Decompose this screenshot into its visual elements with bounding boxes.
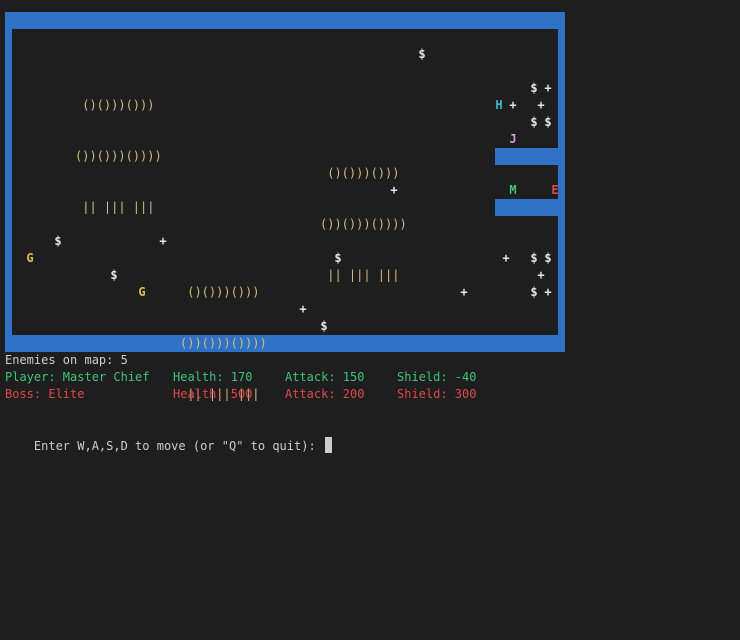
tree-line: || ||| |||: [75, 200, 155, 214]
player-attack: Attack: 150: [285, 370, 365, 384]
coin-icon: $: [54, 234, 62, 248]
tree-line: ()()))())): [75, 98, 155, 112]
goblin-enemy-icon: G: [26, 251, 34, 265]
tree-line: ())()))()))): [180, 336, 274, 350]
coin-icon: $: [544, 115, 552, 129]
coin-icon: $: [110, 268, 118, 282]
coin-icon: $: [544, 251, 552, 265]
boss-elite-icon: E: [551, 183, 559, 197]
tree-line: ()()))())): [180, 285, 260, 299]
coin-icon: $: [530, 81, 538, 95]
boss-attack: Attack: 200: [285, 387, 365, 401]
coin-icon: $: [530, 115, 538, 129]
boss-shield: Shield: 300: [397, 387, 477, 401]
health-pickup-icon: +: [544, 81, 552, 95]
map-wall-left: [5, 12, 12, 352]
map-wall-inner-lower: [495, 199, 558, 216]
tree-line: || ||| |||: [320, 268, 400, 282]
map-wall-top: [5, 12, 565, 29]
health-pickup-icon: +: [460, 285, 468, 299]
player-master-chief-icon: M: [509, 183, 517, 197]
move-prompt-text: Enter W,A,S,D to move (or "Q" to quit):: [33, 439, 323, 453]
map-wall-bottom: [5, 335, 565, 352]
coin-icon: $: [530, 251, 538, 265]
coin-icon: $: [320, 319, 328, 333]
health-pickup-icon: +: [509, 98, 517, 112]
hunter-enemy-icon: H: [495, 98, 503, 112]
player-shield: Shield: -40: [397, 370, 477, 384]
input-cursor[interactable]: [324, 437, 332, 453]
tree-line: ())()))()))): [75, 149, 169, 163]
move-prompt-line[interactable]: Enter W,A,S,D to move (or "Q" to quit):: [5, 420, 332, 453]
health-pickup-icon: +: [299, 302, 307, 316]
player-health: Health: 170: [173, 370, 253, 384]
boss-name: Boss: Elite: [5, 387, 85, 401]
health-pickup-icon: +: [159, 234, 167, 248]
player-stats-row: Player: Master Chief Health: 170 Attack:…: [5, 369, 565, 386]
tree-line: ()()))())): [320, 166, 400, 180]
coin-icon: $: [334, 251, 342, 265]
tree-line: ())()))()))): [320, 217, 414, 231]
health-pickup-icon: +: [502, 251, 510, 265]
map-wall-inner-upper: [495, 148, 558, 165]
health-pickup-icon: +: [544, 285, 552, 299]
boss-health: Health: 500: [173, 387, 253, 401]
tree-cluster-1: ()()))())) ())()))()))) || ||| |||: [75, 63, 169, 250]
health-pickup-icon: +: [390, 183, 398, 197]
coin-icon: $: [418, 47, 426, 61]
tree-cluster-2: ()()))())) ())()))()))) || ||| |||: [320, 131, 414, 318]
health-pickup-icon: +: [537, 98, 545, 112]
boss-stats-row: Boss: Elite Health: 500 Attack: 200 Shie…: [5, 386, 565, 403]
jackal-enemy-icon: J: [509, 132, 517, 146]
enemies-count: Enemies on map: 5: [5, 353, 128, 367]
health-pickup-icon: +: [537, 268, 545, 282]
player-name: Player: Master Chief: [5, 370, 150, 384]
coin-icon: $: [530, 285, 538, 299]
goblin-enemy-icon: G: [138, 285, 146, 299]
tree-cluster-3: ()()))())) ())()))()))) || ||| |||: [180, 250, 274, 437]
